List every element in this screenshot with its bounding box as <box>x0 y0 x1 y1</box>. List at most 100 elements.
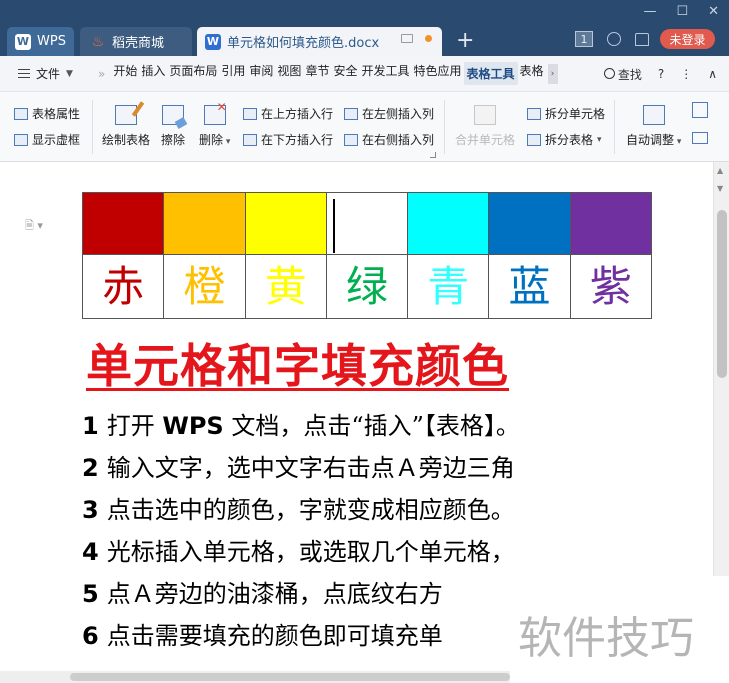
menu-bar: 文件 ▼ » 开始 插入 页面布局 引用 审阅 视图 章节 安全 开发工具 特色… <box>0 56 729 92</box>
maximize-icon[interactable]: ☐ <box>676 4 688 19</box>
menu-scroll-right-button[interactable]: › <box>547 63 558 84</box>
paragraph-menu-icon[interactable]: 🗎 ▾ <box>25 217 43 236</box>
menu-overflow-icon[interactable]: » <box>98 67 105 81</box>
split-table-button[interactable]: 拆分表格 ▾ <box>527 131 602 148</box>
swatch-cell-blue[interactable] <box>488 192 571 255</box>
collapse-ribbon-icon[interactable]: ∧ <box>708 67 717 81</box>
menu-tab-chapter[interactable]: 章节 <box>303 62 331 85</box>
step-line: 4 光标插入单元格，或选取几个单元格， <box>82 532 702 567</box>
scroll-up-page-icon[interactable]: ▼ <box>717 184 723 193</box>
insert-row-below-icon <box>243 133 257 146</box>
insert-column-left-button[interactable]: 在左侧插入列 <box>344 105 434 122</box>
erase-label: 擦除 <box>161 133 186 147</box>
close-icon[interactable]: ✕ <box>708 4 719 19</box>
step-line: 3 点击选中的颜色，字就变成相应颜色。 <box>82 490 702 525</box>
color-word-cell[interactable]: 橙 <box>163 254 246 319</box>
window-count-badge[interactable]: 1 <box>575 31 593 47</box>
merge-cells-label: 合并单元格 <box>455 133 516 147</box>
chevron-down-icon: ▾ <box>223 137 231 147</box>
tab-label: 单元格如何填充颜色.docx <box>227 36 380 51</box>
insert-row-above-icon <box>243 107 257 120</box>
column-width-icon[interactable] <box>692 132 708 144</box>
menu-tab-security[interactable]: 安全 <box>331 62 359 85</box>
more-icon[interactable]: ⋮ <box>680 67 692 81</box>
swatch-cell-yellow[interactable] <box>244 192 327 255</box>
auto-fit-label: 自动调整 <box>626 133 675 147</box>
insert-row-above-button[interactable]: 在上方插入行 <box>243 105 333 122</box>
draw-table-label: 绘制表格 <box>102 133 151 147</box>
split-table-label: 拆分表格 <box>545 133 594 147</box>
help-icon[interactable]: ? <box>658 67 664 81</box>
tab-wps[interactable]: W WPS <box>7 27 74 56</box>
menu-tab-table-tools[interactable]: 表格工具 <box>463 62 518 85</box>
vertical-scroll-thumb[interactable] <box>717 210 727 378</box>
table-properties-button[interactable]: 表格属性 <box>14 105 80 122</box>
login-button[interactable]: 未登录 <box>660 29 715 49</box>
watermark: 软件技巧 <box>510 576 729 683</box>
menu-tab-review[interactable]: 审阅 <box>247 62 275 85</box>
insert-column-right-label: 在右侧插入列 <box>362 133 435 147</box>
float-window-icon[interactable] <box>401 34 413 43</box>
tab-docer-store[interactable]: ♨ 稻壳商城 <box>80 27 192 56</box>
text-cursor <box>332 198 335 253</box>
menu-tab-features[interactable]: 特色应用 <box>411 62 463 85</box>
show-gridlines-button[interactable]: 显示虚框 <box>14 131 80 148</box>
swatch-cell-purple[interactable] <box>569 192 653 255</box>
draw-table-button[interactable]: 绘制表格 <box>102 105 150 148</box>
swatch-cell-orange[interactable] <box>163 192 246 255</box>
row-height-icon[interactable] <box>692 102 708 118</box>
horizontal-scroll-thumb[interactable] <box>70 673 510 681</box>
step-number: 2 <box>82 454 99 482</box>
color-word-cell[interactable]: 紫 <box>569 254 653 319</box>
insert-column-right-button[interactable]: 在右侧插入列 <box>344 131 434 148</box>
menu-tab-insert[interactable]: 插入 <box>139 62 167 85</box>
minimize-icon[interactable]: — <box>643 4 656 19</box>
delete-button[interactable]: 删除 ▾ <box>199 100 231 148</box>
auto-fit-button[interactable]: 自动调整 ▾ <box>626 105 681 148</box>
tab-document[interactable]: W 单元格如何填充颜色.docx <box>197 27 442 56</box>
step-text: 文档，点击“插入”【表格】。 <box>223 412 520 440</box>
split-cells-label: 拆分单元格 <box>545 107 606 121</box>
search-button[interactable]: 查找 <box>603 66 642 83</box>
menu-tabs: 开始 插入 页面布局 引用 审阅 视图 章节 安全 开发工具 特色应用 表格工具… <box>111 62 545 85</box>
erase-button[interactable]: 擦除 <box>161 105 185 148</box>
insert-column-left-label: 在左侧插入列 <box>362 107 435 121</box>
delete-label: 删除 <box>199 133 224 147</box>
file-menu-label: 文件 <box>36 67 61 81</box>
color-word-cell[interactable]: 赤 <box>81 254 165 319</box>
swatch-cell-red[interactable] <box>81 192 165 255</box>
color-table[interactable]: 赤 橙 黄 绿 青 蓝 紫 <box>81 192 653 319</box>
sync-icon[interactable] <box>607 32 621 46</box>
color-word-cell[interactable]: 青 <box>407 254 490 319</box>
show-gridlines-label: 显示虚框 <box>32 133 81 147</box>
menu-tab-developer[interactable]: 开发工具 <box>359 62 411 85</box>
table-properties-icon <box>14 107 28 120</box>
new-tab-button[interactable]: + <box>456 28 474 53</box>
insert-row-below-button[interactable]: 在下方插入行 <box>243 131 333 148</box>
scroll-up-icon[interactable]: ▲ <box>717 166 723 175</box>
skin-icon[interactable] <box>635 32 649 46</box>
split-cells-button[interactable]: 拆分单元格 <box>527 105 605 122</box>
color-word-cell[interactable]: 黄 <box>244 254 327 319</box>
draw-table-icon <box>115 105 137 125</box>
ribbon-divider <box>614 100 615 154</box>
color-word-cell[interactable]: 绿 <box>325 254 409 319</box>
docer-flame-icon: ♨ <box>91 33 105 50</box>
swatch-cell-cyan[interactable] <box>407 192 490 255</box>
insert-row-above-label: 在上方插入行 <box>261 107 334 121</box>
dialog-launcher-icon[interactable] <box>430 152 436 158</box>
chevron-down-icon: ▼ <box>66 68 73 79</box>
step-text-bold: WPS <box>162 412 224 440</box>
menu-tab-home[interactable]: 开始 <box>111 62 139 85</box>
swatch-cell-green-empty[interactable] <box>325 192 409 255</box>
menu-tab-view[interactable]: 视图 <box>275 62 303 85</box>
merge-cells-button[interactable]: 合并单元格 <box>455 105 515 148</box>
color-word-row: 赤 橙 黄 绿 青 蓝 紫 <box>81 254 653 319</box>
file-menu[interactable]: 文件 ▼ <box>0 65 92 82</box>
document-headline: 单元格和字填充颜色 <box>86 339 509 393</box>
menu-tab-references[interactable]: 引用 <box>219 62 247 85</box>
menu-tab-page-layout[interactable]: 页面布局 <box>167 62 219 85</box>
menu-tab-table-style[interactable]: 表格 <box>518 62 546 85</box>
eraser-icon <box>162 105 184 125</box>
color-word-cell[interactable]: 蓝 <box>488 254 571 319</box>
